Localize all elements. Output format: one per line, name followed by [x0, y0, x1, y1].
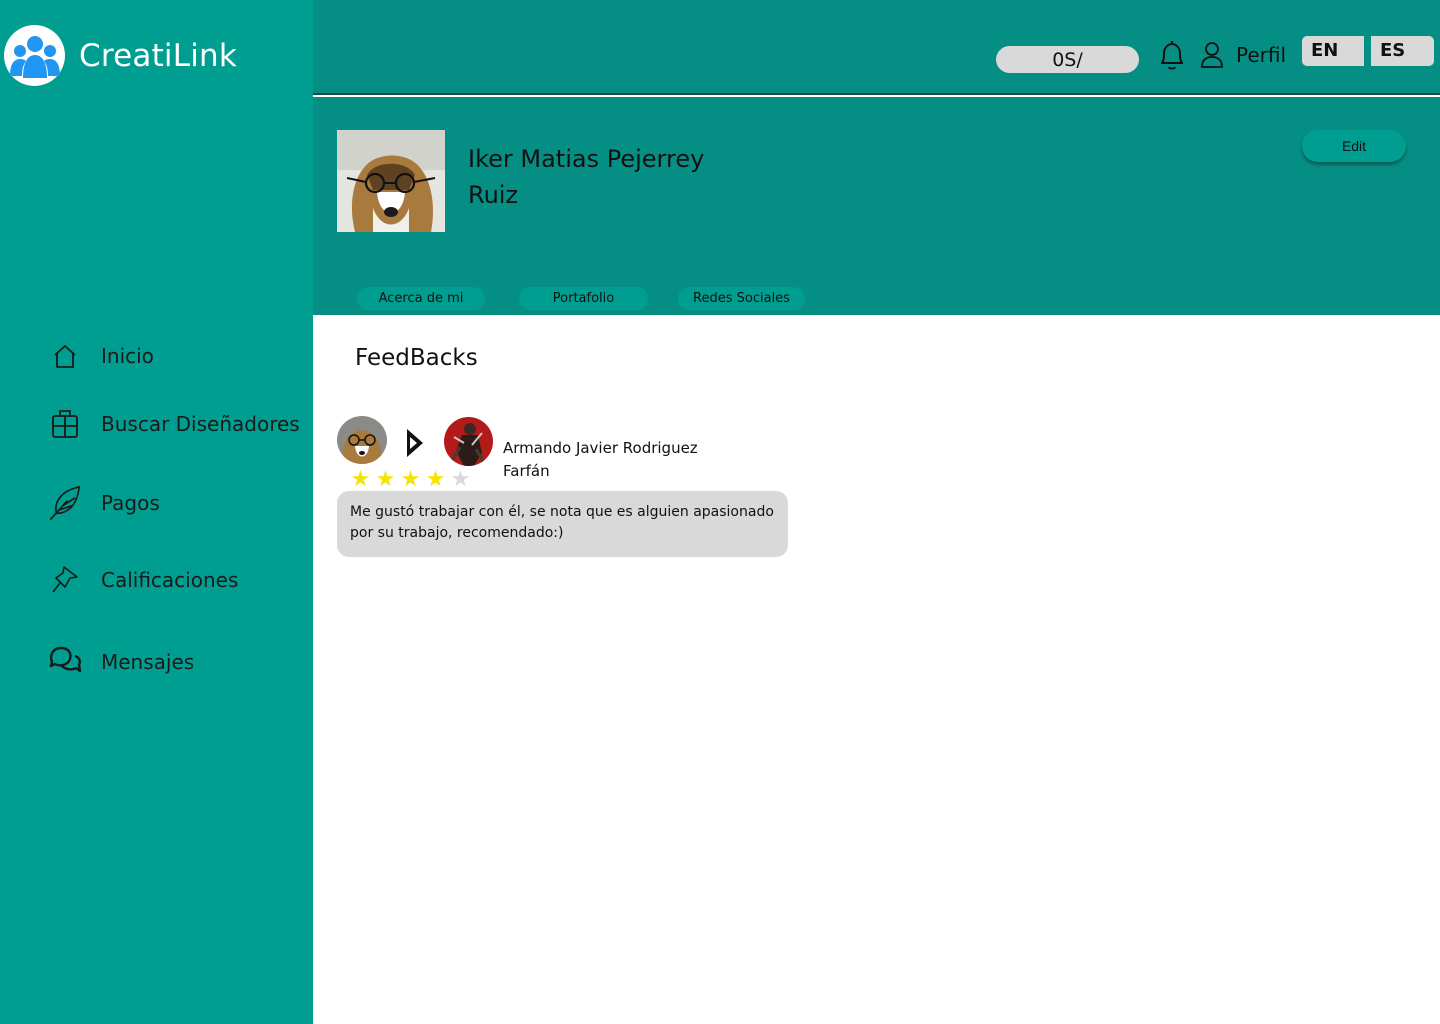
users-group-icon	[4, 25, 65, 86]
topbar: 0S/ Perfil EN ES	[313, 0, 1440, 95]
profile-name: Iker Matias Pejerrey Ruiz	[468, 141, 768, 213]
nav-item-calificaciones[interactable]: Calificaciones	[48, 563, 238, 597]
reviewer-name-line2: Farfán	[503, 462, 550, 480]
nav-label-mensajes: Mensajes	[101, 650, 195, 674]
nav-label-buscar-disenadores: Buscar Diseñadores	[101, 412, 300, 436]
profile-name-line1: Iker Matias Pejerrey	[468, 145, 705, 173]
avatar	[337, 416, 387, 464]
star-icon: ★	[375, 467, 396, 492]
nav-item-mensajes[interactable]: Mensajes	[48, 645, 194, 679]
profile-name-line2: Ruiz	[468, 181, 519, 209]
grid-box-icon	[48, 407, 82, 441]
arrow-right-icon	[404, 426, 426, 464]
nav-item-buscar-disenadores[interactable]: Buscar Diseñadores	[48, 407, 300, 441]
pin-icon	[48, 563, 82, 597]
rating-stars: ★ ★ ★ ★ ★	[348, 466, 473, 494]
brand-name: CreatiLink	[79, 37, 238, 74]
chat-bubbles-icon	[48, 645, 82, 679]
language-en-button[interactable]: EN	[1302, 36, 1364, 66]
reviewer-name: Armando Javier Rodriguez Farfán	[503, 437, 733, 483]
reviewer-avatar	[444, 417, 493, 466]
bell-icon[interactable]	[1158, 40, 1186, 76]
nav-item-inicio[interactable]: Inicio	[48, 339, 154, 373]
nav-label-pagos: Pagos	[101, 491, 160, 515]
tab-redes-sociales[interactable]: Redes Sociales	[678, 287, 805, 310]
tab-portafolio[interactable]: Portafolio	[519, 287, 648, 310]
star-icon: ★	[450, 467, 471, 492]
language-es-button[interactable]: ES	[1371, 36, 1434, 66]
perfil-link[interactable]: Perfil	[1236, 43, 1286, 67]
star-icon: ★	[425, 467, 446, 492]
home-icon	[48, 339, 82, 373]
balance-display[interactable]: 0S/	[996, 46, 1139, 73]
tab-acerca-de-mi[interactable]: Acerca de mi	[357, 287, 485, 310]
feather-icon	[48, 485, 82, 520]
feedback-comment: Me gustó trabajar con él, se nota que es…	[337, 491, 788, 557]
edit-profile-button[interactable]: Edit	[1302, 130, 1406, 162]
nav-item-pagos[interactable]: Pagos	[48, 485, 160, 520]
user-icon[interactable]	[1200, 41, 1224, 73]
nav-label-calificaciones: Calificaciones	[101, 568, 239, 592]
profile-header: Iker Matias Pejerrey Ruiz Edit Acerca de…	[313, 97, 1440, 315]
nav-label-inicio: Inicio	[101, 344, 154, 368]
feedbacks-title: FeedBacks	[355, 345, 478, 371]
profile-photo	[337, 130, 445, 232]
brand[interactable]: CreatiLink	[4, 25, 237, 86]
reviewer-name-line1: Armando Javier Rodriguez	[503, 439, 698, 457]
star-icon: ★	[400, 467, 421, 492]
sidebar: CreatiLink Inicio Buscar Diseñadores Pag…	[0, 0, 313, 1024]
star-icon: ★	[350, 467, 371, 492]
